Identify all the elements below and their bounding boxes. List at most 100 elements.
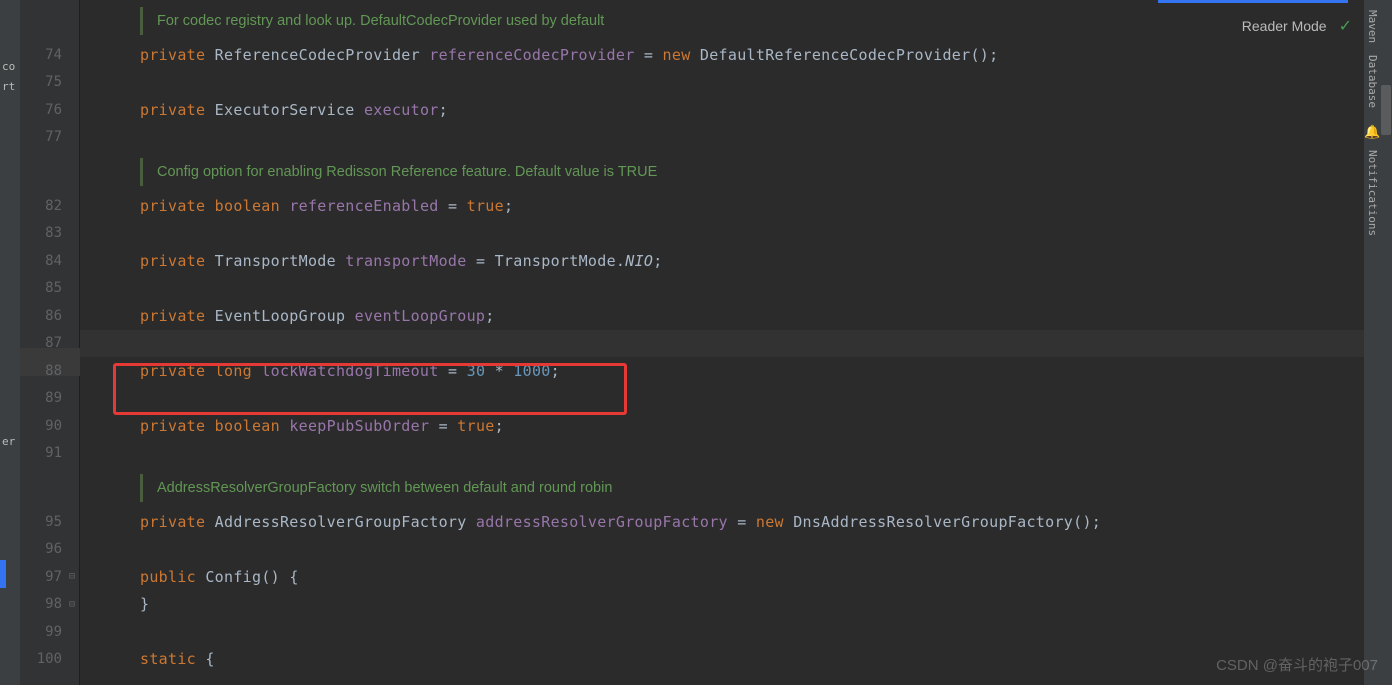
code-line[interactable]: 98}⊟ — [80, 591, 1364, 619]
code-content[interactable]: private boolean referenceEnabled = true; — [80, 197, 513, 215]
code-line[interactable]: 99 — [80, 618, 1364, 646]
line-number[interactable]: 74 — [24, 47, 74, 63]
editor-top-right-controls: Reader Mode ✓ — [1242, 16, 1352, 36]
code-editor[interactable]: For codec registry and look up. DefaultC… — [80, 0, 1364, 685]
line-number[interactable]: 98 — [24, 596, 74, 612]
code-line[interactable]: 100static { — [80, 646, 1364, 674]
code-token: new — [756, 513, 793, 531]
code-token: private — [140, 252, 215, 270]
code-token: Config — [205, 568, 261, 586]
line-number[interactable]: 96 — [24, 541, 74, 557]
reader-mode-toggle[interactable]: Reader Mode — [1242, 18, 1327, 34]
line-number[interactable]: 89 — [24, 390, 74, 406]
code-token: NIO — [625, 252, 653, 270]
code-line[interactable]: 84private TransportMode transportMode = … — [80, 247, 1364, 275]
code-token: addressResolverGroupFactory — [476, 513, 728, 531]
code-line[interactable]: 83 — [80, 220, 1364, 248]
active-tab-indicator — [1158, 0, 1348, 3]
code-token: = — [429, 417, 457, 435]
code-token: * — [485, 362, 513, 380]
code-token: DefaultReferenceCodecProvider(); — [700, 46, 999, 64]
code-content[interactable]: private TransportMode transportMode = Tr… — [80, 252, 663, 270]
notifications-tool-button[interactable]: Notifications — [1364, 148, 1381, 238]
code-line[interactable]: 77 — [80, 124, 1364, 152]
inspection-ok-icon[interactable]: ✓ — [1339, 16, 1352, 36]
code-line[interactable]: 91 — [80, 440, 1364, 468]
fold-toggle-icon[interactable]: ⊟ — [69, 571, 81, 582]
code-line[interactable]: 75 — [80, 69, 1364, 97]
code-content[interactable]: private boolean keepPubSubOrder = true; — [80, 417, 504, 435]
code-token: = TransportMode. — [467, 252, 626, 270]
code-line[interactable]: 82private boolean referenceEnabled = tru… — [80, 192, 1364, 220]
scrollbar-thumb[interactable] — [1381, 85, 1391, 135]
code-token: 30 — [467, 362, 486, 380]
code-token: referenceEnabled — [289, 197, 438, 215]
code-token: private — [140, 417, 215, 435]
code-token: public — [140, 568, 205, 586]
code-line[interactable]: 87 — [80, 330, 1364, 358]
line-number[interactable]: 90 — [24, 418, 74, 434]
code-content[interactable]: private ExecutorService executor; — [80, 101, 448, 119]
code-token: TransportMode — [215, 252, 346, 270]
line-number[interactable]: 95 — [24, 514, 74, 530]
code-line[interactable]: 89 — [80, 385, 1364, 413]
code-token: private — [140, 307, 215, 325]
line-number[interactable]: 87 — [24, 335, 74, 351]
code-token: ReferenceCodecProvider — [215, 46, 430, 64]
code-token: ; — [653, 252, 662, 270]
code-token: 1000 — [513, 362, 550, 380]
javadoc-comment: For codec registry and look up. DefaultC… — [140, 7, 618, 35]
code-token: static — [140, 650, 205, 668]
code-token: ; — [551, 362, 560, 380]
left-strip-label: er — [2, 435, 15, 448]
right-tool-window-strip[interactable]: Maven Database 🔔 Notifications — [1364, 0, 1380, 685]
line-number[interactable]: 100 — [24, 651, 74, 667]
code-line[interactable]: 76private ExecutorService executor; — [80, 96, 1364, 124]
code-content[interactable]: private EventLoopGroup eventLoopGroup; — [80, 307, 495, 325]
line-number[interactable]: 99 — [24, 624, 74, 640]
line-number[interactable]: 97 — [24, 569, 74, 585]
code-content[interactable]: private ReferenceCodecProvider reference… — [80, 46, 998, 64]
bell-icon[interactable]: 🔔 — [1364, 125, 1380, 140]
maven-tool-button[interactable]: Maven — [1364, 8, 1381, 45]
code-token: ; — [439, 101, 448, 119]
gutter-breakpoint-mark[interactable] — [0, 560, 6, 588]
line-number[interactable]: 86 — [24, 308, 74, 324]
vertical-scrollbar[interactable] — [1380, 0, 1392, 685]
code-line[interactable]: 85 — [80, 275, 1364, 303]
code-line[interactable]: 95private AddressResolverGroupFactory ad… — [80, 508, 1364, 536]
code-line[interactable]: 97public Config() {⊟ — [80, 563, 1364, 591]
line-number[interactable]: 76 — [24, 102, 74, 118]
code-token: private — [140, 362, 215, 380]
code-line[interactable]: 74private ReferenceCodecProvider referen… — [80, 41, 1364, 69]
code-line[interactable]: 90private boolean keepPubSubOrder = true… — [80, 412, 1364, 440]
code-content[interactable]: public Config() { — [80, 568, 299, 586]
line-number[interactable]: 85 — [24, 280, 74, 296]
code-content[interactable]: private long lockWatchdogTimeout = 30 * … — [80, 362, 560, 380]
code-token: true — [467, 197, 504, 215]
code-token: DnsAddressResolverGroupFactory(); — [793, 513, 1101, 531]
code-line[interactable]: 86private EventLoopGroup eventLoopGroup; — [80, 302, 1364, 330]
database-tool-button[interactable]: Database — [1364, 53, 1381, 110]
code-token: boolean — [215, 417, 290, 435]
code-content[interactable]: private AddressResolverGroupFactory addr… — [80, 513, 1101, 531]
code-token: boolean — [215, 197, 290, 215]
line-number[interactable]: 83 — [24, 225, 74, 241]
code-line[interactable]: 96 — [80, 536, 1364, 564]
line-number[interactable]: 77 — [24, 129, 74, 145]
code-content[interactable]: } — [80, 595, 149, 613]
code-content[interactable]: static { — [80, 650, 215, 668]
code-line[interactable]: 88private long lockWatchdogTimeout = 30 … — [80, 357, 1364, 385]
code-token: long — [215, 362, 262, 380]
line-number[interactable]: 84 — [24, 253, 74, 269]
line-number[interactable]: 91 — [24, 445, 74, 461]
code-token: transportMode — [345, 252, 466, 270]
code-token: keepPubSubOrder — [289, 417, 429, 435]
code-token: true — [457, 417, 494, 435]
code-token: { — [205, 650, 214, 668]
fold-toggle-icon[interactable]: ⊟ — [69, 599, 81, 610]
line-number[interactable]: 82 — [24, 198, 74, 214]
line-number[interactable]: 75 — [24, 74, 74, 90]
code-token: ExecutorService — [215, 101, 364, 119]
line-number[interactable]: 88 — [24, 363, 74, 379]
